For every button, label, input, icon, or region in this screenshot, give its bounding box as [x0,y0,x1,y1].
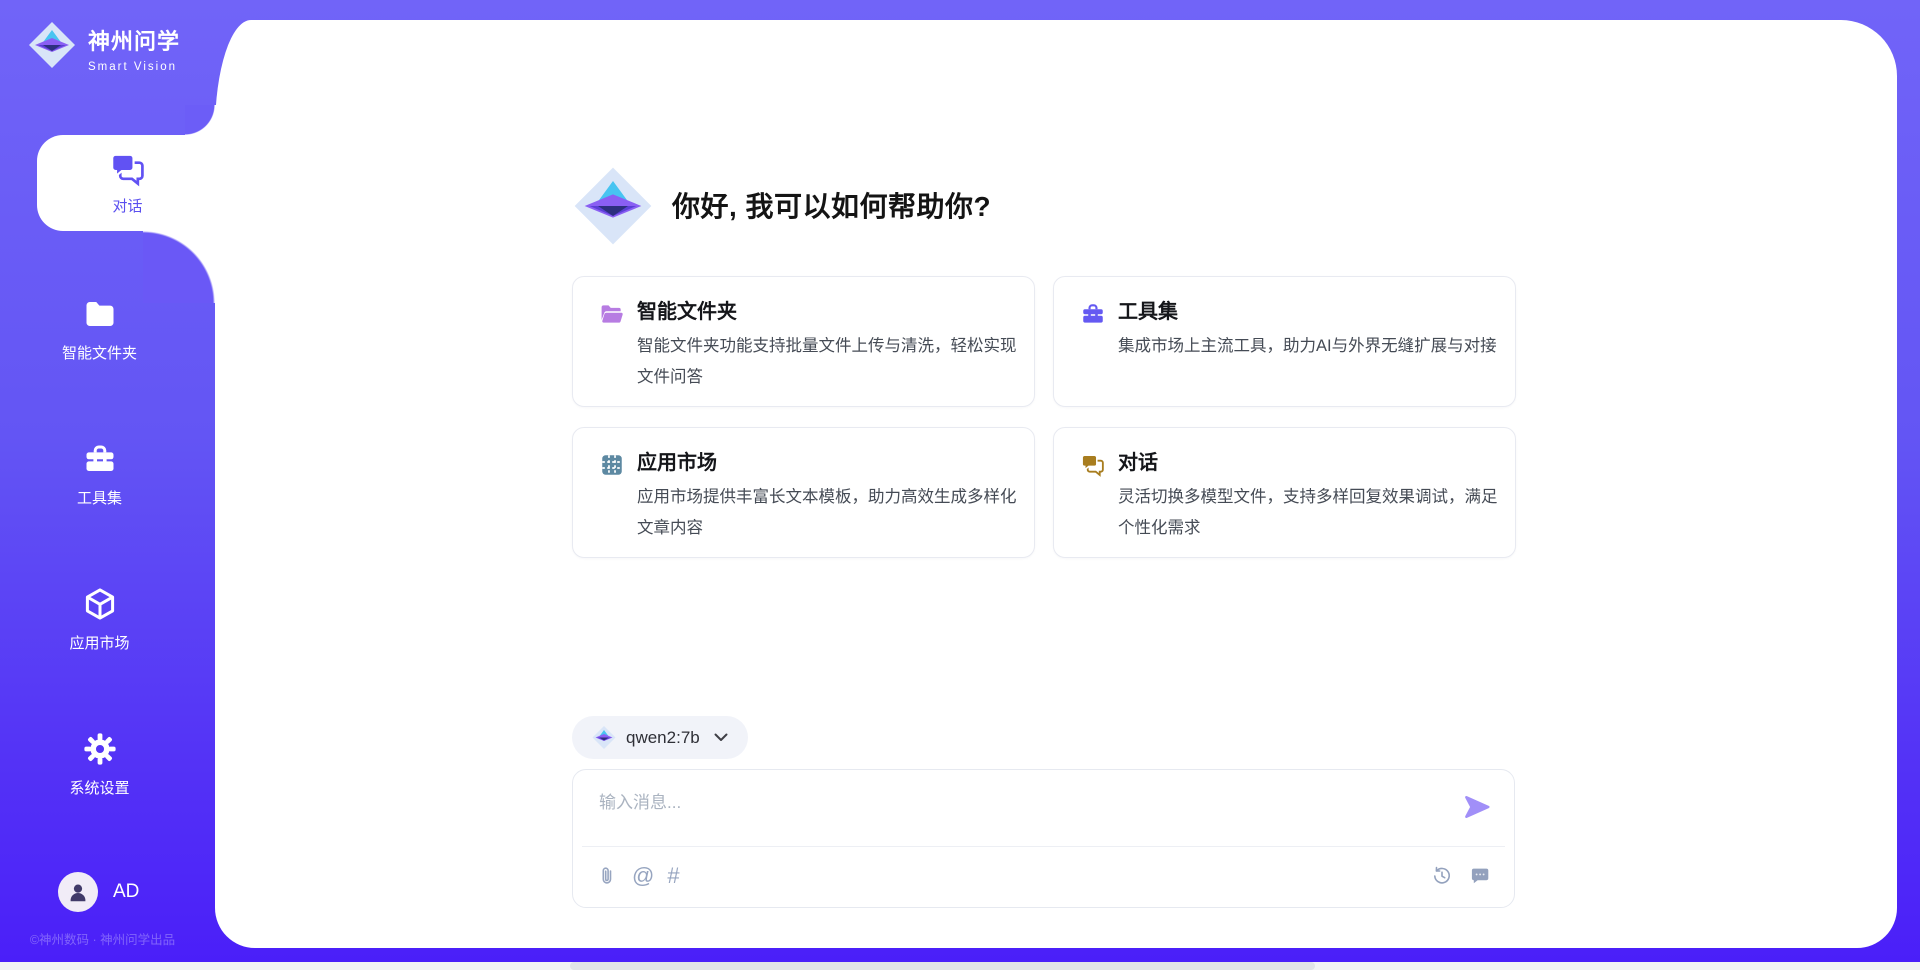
model-logo-icon [592,725,616,750]
open-folder-icon [599,301,625,327]
horizontal-scrollbar[interactable] [0,962,1920,970]
topic-button[interactable]: # [667,864,679,888]
hash-icon: # [667,864,679,888]
brand: 神州问学 Smart Vision [28,20,180,73]
main-panel: 你好, 我可以如何帮助你? 智能文件夹 智能文件夹功能支持批量文件上传与清洗，轻… [215,20,1897,948]
send-button[interactable] [1462,792,1492,822]
attach-button[interactable] [595,864,619,888]
avatar [58,872,98,912]
feature-card-smart-folder[interactable]: 智能文件夹 智能文件夹功能支持批量文件上传与清洗，轻松实现文件问答 [572,276,1035,407]
folder-icon [82,296,118,332]
model-selector[interactable]: qwen2:7b [572,716,748,759]
composer-tools-left: @ # [595,864,680,888]
sidebar-item-toolset[interactable]: 工具集 [0,441,215,508]
card-description: 灵活切换多模型文件，支持多样回复效果调试，满足个性化需求 [1118,482,1502,544]
user-name: AD [113,881,139,903]
sidebar-item-chat[interactable]: 对话 [37,135,272,231]
toolbox-icon [1080,301,1106,327]
card-title: 工具集 [1118,295,1178,324]
sidebar-item-settings[interactable]: 系统设置 [0,731,215,798]
message-input[interactable] [597,786,1421,842]
send-icon [1462,792,1492,822]
tab-curve-top [185,105,218,135]
sidebar-item-label: 应用市场 [69,632,129,653]
brand-subtitle: Smart Vision [88,61,180,73]
card-title: 智能文件夹 [637,295,737,324]
at-icon: @ [632,864,654,888]
scrollbar-thumb[interactable] [570,962,1315,970]
feature-card-toolset[interactable]: 工具集 集成市场上主流工具，助力AI与外界无缝扩展与对接 [1053,276,1516,407]
sidebar-item-app-market[interactable]: 应用市场 [0,586,215,653]
toolbox-icon [82,441,118,477]
user-profile[interactable]: AD [58,872,139,912]
message-icon [1468,864,1492,888]
gear-icon [82,731,118,767]
sidebar-item-label: 对话 [112,195,142,216]
tab-curve-bottom [143,231,218,303]
sidebar-item-label: 智能文件夹 [62,342,137,363]
composer-tools-right [1430,864,1492,888]
card-description: 智能文件夹功能支持批量文件上传与清洗，轻松实现文件问答 [637,331,1021,393]
card-title: 应用市场 [637,446,717,475]
model-name: qwen2:7b [626,728,700,748]
card-description: 集成市场上主流工具，助力AI与外界无缝扩展与对接 [1118,331,1502,362]
sidebar-item-smart-folder[interactable]: 智能文件夹 [0,296,215,363]
composer-divider [582,846,1505,847]
chat-icon [109,150,147,188]
mention-button[interactable]: @ [632,864,654,888]
chat-icon [1080,452,1106,478]
paperclip-icon [595,864,619,888]
card-description: 应用市场提供丰富长文本模板，助力高效生成多样化文章内容 [637,482,1021,544]
history-icon [1430,864,1454,888]
assistant-logo-icon [573,165,653,247]
conversation-button[interactable] [1468,864,1492,888]
history-button[interactable] [1430,864,1454,888]
brand-logo-icon [28,20,76,70]
sidebar-item-label: 系统设置 [69,777,129,798]
footer-credit: ©神州数码 · 神州问学出品 [0,929,215,948]
feature-card-chat[interactable]: 对话 灵活切换多模型文件，支持多样回复效果调试，满足个性化需求 [1053,427,1516,558]
brand-name: 神州问学 [88,24,180,56]
composer: @ # [572,769,1515,908]
cube-icon [82,586,118,622]
feature-card-app-market[interactable]: 应用市场 应用市场提供丰富长文本模板，助力高效生成多样化文章内容 [572,427,1035,558]
sidebar-item-label: 工具集 [77,487,122,508]
grid-icon [599,452,625,478]
chevron-down-icon [714,733,728,742]
greeting-title: 你好, 我可以如何帮助你? [672,185,991,225]
person-icon [66,880,90,904]
card-title: 对话 [1118,446,1158,475]
